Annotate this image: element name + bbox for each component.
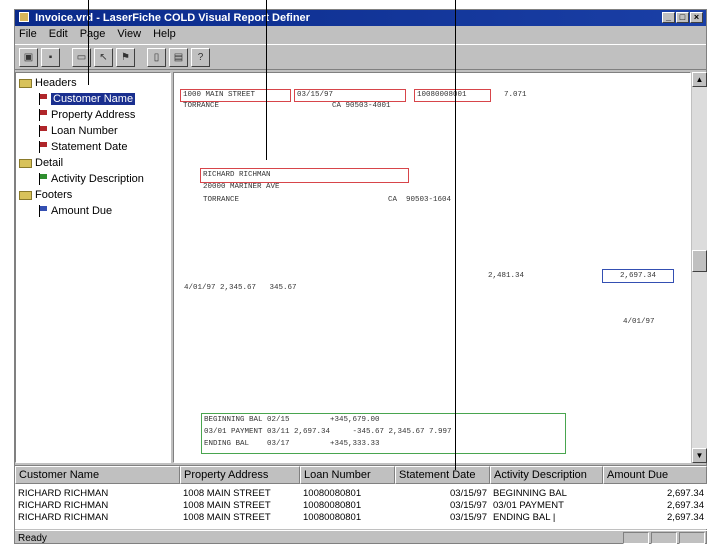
copy-icon[interactable]: ▯	[147, 47, 166, 67]
paste-icon[interactable]: ▤	[169, 47, 188, 67]
report-detail-2: 03/01 PAYMENT 03/11 2,697.34 -345.67 2,3…	[204, 428, 452, 436]
select-icon[interactable]: ↖	[94, 47, 113, 67]
col-activity-description[interactable]: Activity Description	[490, 466, 603, 484]
field-tree: Headers Customer Name Property Address L…	[15, 72, 171, 463]
report-date-right: 4/01/97	[623, 318, 655, 326]
menu-edit[interactable]: Edit	[49, 26, 68, 43]
menu-help[interactable]: Help	[153, 26, 176, 43]
report-addr: 20000 MARINER AVE	[203, 183, 280, 191]
callout-line-report-name	[266, 0, 267, 160]
tree-item-customer-name[interactable]: Customer Name	[16, 91, 170, 107]
title-bar: Invoice.vrd - LaserFiche COLD Visual Rep…	[15, 10, 706, 26]
tree-detail-folder[interactable]: Detail	[16, 155, 170, 171]
help-icon[interactable]: ?	[191, 47, 210, 67]
window-controls: _ □ ×	[662, 12, 703, 23]
table-row[interactable]: RICHARD RICHMAN 1008 MAIN STREET 1008008…	[15, 500, 707, 512]
tree-item-amount-due[interactable]: Amount Due	[16, 203, 170, 219]
red-flag-icon	[38, 141, 48, 154]
report-extra: 7.071	[504, 91, 527, 99]
report-street: 1000 MAIN STREET	[183, 91, 256, 99]
report-city: TORRANCE	[203, 196, 240, 204]
report-city-line: TORRANCE	[183, 102, 220, 110]
grid-header: Customer Name Property Address Loan Numb…	[15, 466, 707, 484]
maximize-button[interactable]: □	[676, 12, 689, 23]
scroll-down-icon[interactable]: ▼	[692, 448, 707, 463]
toolbar: ▣ ▪ ▭ ↖ ⚑ ▯ ▤ ?	[15, 44, 706, 70]
red-flag-icon	[38, 109, 48, 122]
status-panel	[623, 532, 649, 544]
col-property-address[interactable]: Property Address	[180, 466, 300, 484]
scroll-thumb[interactable]	[692, 250, 707, 272]
status-text: Ready	[18, 533, 47, 544]
tree-item-property-address[interactable]: Property Address	[16, 107, 170, 123]
menu-view[interactable]: View	[117, 26, 141, 43]
tree-item-loan-number[interactable]: Loan Number	[16, 123, 170, 139]
tree-item-activity-description[interactable]: Activity Description	[16, 171, 170, 187]
folder-icon	[19, 190, 32, 200]
minimize-button[interactable]: _	[662, 12, 675, 23]
report-detail-3: ENDING BAL 03/17 +345,333.33	[204, 440, 380, 448]
close-button[interactable]: ×	[690, 12, 703, 23]
menu-file[interactable]: File	[19, 26, 37, 43]
col-statement-date[interactable]: Statement Date	[395, 466, 490, 484]
red-flag-icon	[38, 125, 48, 138]
window-title: Invoice.vrd - LaserFiche COLD Visual Rep…	[35, 12, 310, 24]
report-date: 03/15/97	[297, 91, 334, 99]
col-amount-due[interactable]: Amount Due	[603, 466, 707, 484]
report-amount-due: 2,697.34	[620, 272, 657, 280]
table-row[interactable]: RICHARD RICHMAN 1008 MAIN STREET 1008008…	[15, 488, 707, 500]
green-flag-icon	[38, 173, 48, 186]
report-state-line: CA 90503-4001	[332, 102, 391, 110]
report-state-zip: CA 90503-1604	[388, 196, 452, 204]
scroll-up-icon[interactable]: ▲	[692, 72, 707, 87]
report-preview[interactable]: 1000 MAIN STREET 03/15/97 10080008001 7.…	[173, 72, 691, 463]
tree-footers-folder[interactable]: Footers	[16, 187, 170, 203]
report-scrollbar[interactable]: ▲ ▼	[692, 72, 707, 463]
table-row[interactable]: RICHARD RICHMAN 1008 MAIN STREET 1008008…	[15, 512, 707, 524]
results-grid: Customer Name Property Address Loan Numb…	[15, 465, 707, 529]
status-panel	[679, 532, 705, 544]
menu-page[interactable]: Page	[80, 26, 106, 43]
report-detail-1: BEGINNING BAL 02/15 +345,679.00	[204, 416, 380, 424]
report-name: RICHARD RICHMAN	[203, 171, 271, 179]
report-date-amounts: 4/01/97 2,345.67 345.67	[184, 284, 297, 292]
status-panel	[651, 532, 677, 544]
col-customer-name[interactable]: Customer Name	[15, 466, 180, 484]
red-flag-icon	[38, 93, 48, 106]
report-amount-mid: 2,481.34	[488, 272, 525, 280]
folder-icon	[19, 78, 32, 88]
menu-bar: File Edit Page View Help	[15, 26, 706, 43]
callout-line-detail	[455, 0, 456, 470]
app-icon	[19, 12, 29, 22]
save-icon[interactable]: ▪	[41, 47, 60, 67]
status-bar: Ready	[15, 530, 707, 544]
col-loan-number[interactable]: Loan Number	[300, 466, 395, 484]
folder-icon	[19, 158, 32, 168]
tree-headers-folder[interactable]: Headers	[16, 75, 170, 91]
status-panels	[623, 532, 705, 544]
blue-flag-icon	[38, 205, 48, 218]
callout-line-tree	[88, 0, 89, 85]
flag-icon[interactable]: ⚑	[116, 47, 135, 67]
tree-item-statement-date[interactable]: Statement Date	[16, 139, 170, 155]
report-loan: 10080008001	[417, 91, 467, 99]
open-icon[interactable]: ▣	[19, 47, 38, 67]
app-window: Invoice.vrd - LaserFiche COLD Visual Rep…	[14, 9, 707, 544]
